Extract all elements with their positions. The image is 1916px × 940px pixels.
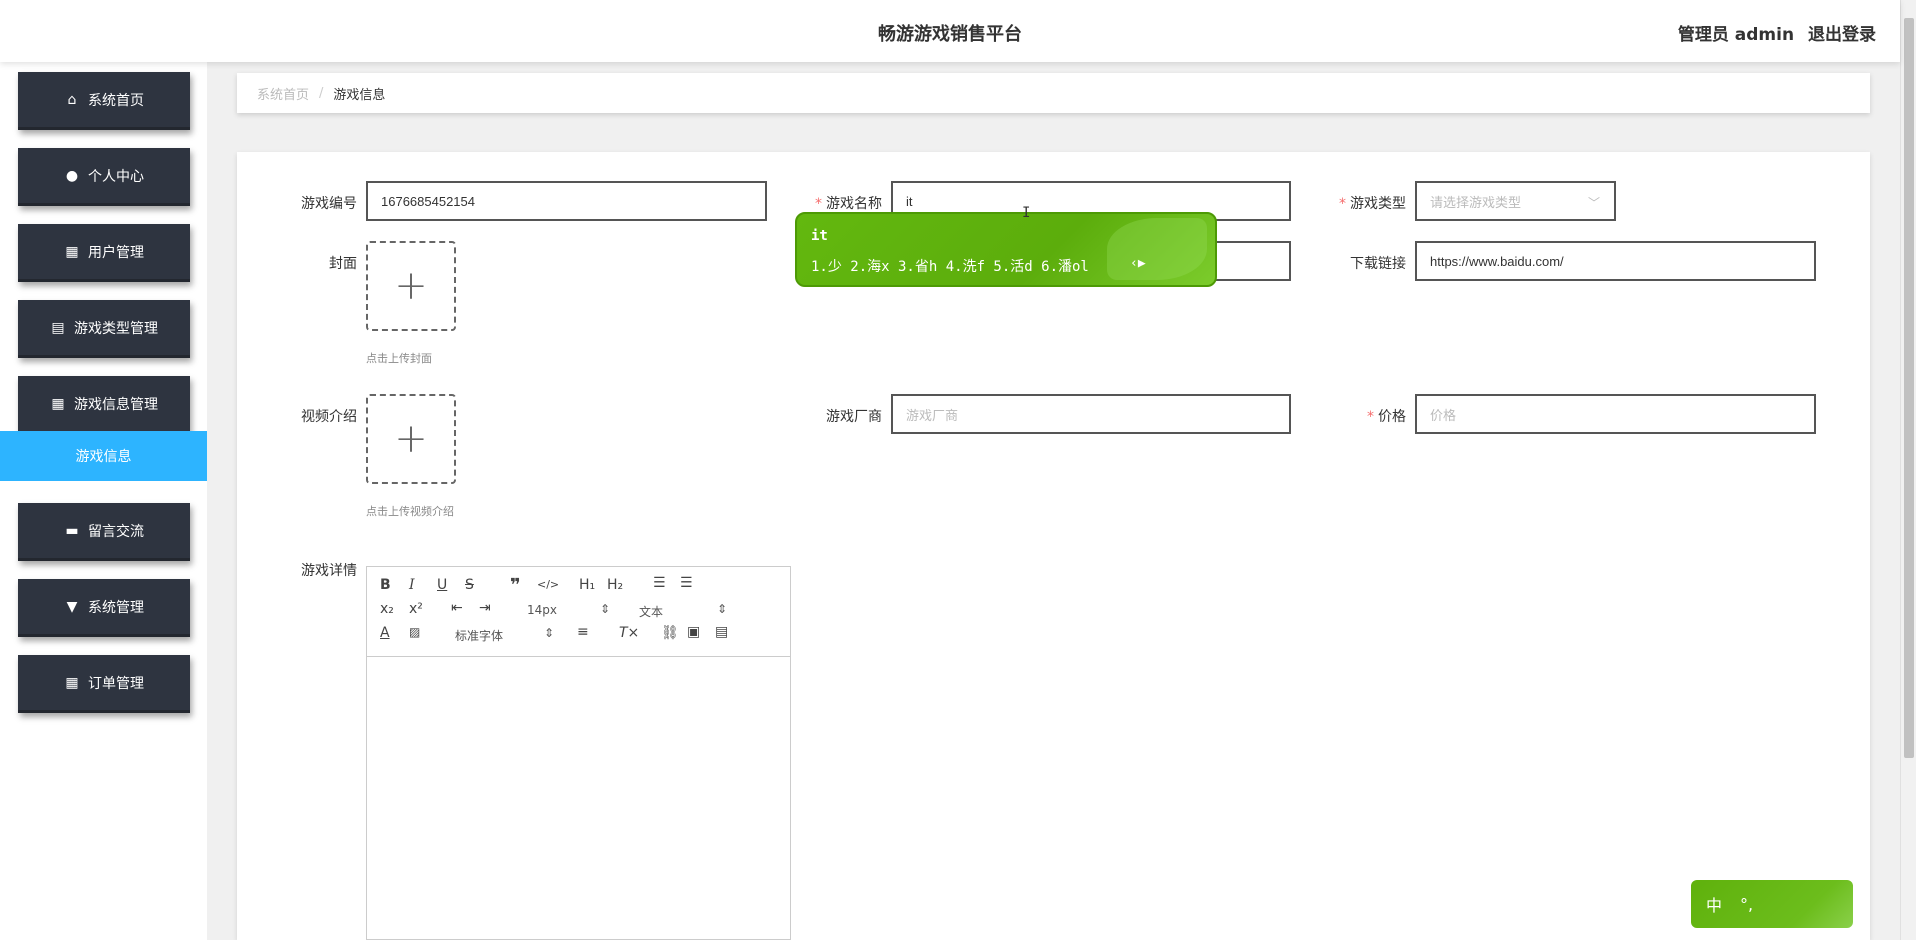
- text-cursor-icon: I: [1022, 205, 1031, 221]
- cover-label: 封面: [329, 256, 357, 272]
- home-icon: ⌂: [67, 91, 77, 108]
- cover-hint: 点击上传封面: [366, 352, 432, 365]
- font-color-icon[interactable]: A: [380, 625, 390, 641]
- text-style-select[interactable]: 文本: [639, 603, 663, 620]
- sidebar-subitem-game-info[interactable]: 游戏信息: [0, 431, 207, 481]
- sidebar-item-system[interactable]: ▼ 系统管理: [18, 579, 190, 637]
- vendor-input[interactable]: 游戏厂商: [891, 394, 1291, 434]
- link-icon[interactable]: ⛓: [661, 625, 679, 641]
- breadcrumb-home[interactable]: 系统首页: [257, 84, 309, 103]
- vertical-scrollbar[interactable]: [1900, 0, 1916, 940]
- ime-composition: it: [811, 228, 828, 244]
- font-family-select[interactable]: 标准字体: [455, 627, 503, 644]
- code-icon[interactable]: </>: [537, 578, 559, 591]
- plus-icon: +: [394, 263, 428, 309]
- sidebar-item-label: 系统管理: [88, 599, 144, 616]
- game-type-label: * 游戏类型: [1339, 196, 1406, 212]
- logout-link[interactable]: 退出登录: [1808, 25, 1876, 45]
- outdent-icon[interactable]: ⇤: [451, 600, 463, 616]
- strike-icon[interactable]: S: [465, 577, 474, 593]
- sidebar-item-label: 留言交流: [88, 523, 144, 540]
- video-uploader[interactable]: +: [366, 394, 456, 484]
- indent-icon[interactable]: ⇥: [479, 600, 491, 616]
- h2-icon[interactable]: H₂: [607, 577, 623, 593]
- chevron-updown-icon: ⇕: [717, 602, 728, 616]
- breadcrumb: 系统首页 / 游戏信息: [237, 73, 1870, 113]
- rich-text-editor: B I U S ❞ </> H₁ H₂ ☰ ☰ x₂ x² ⇤ ⇥ 14px ⇕…: [366, 566, 791, 940]
- sidebar-item-profile[interactable]: ● 个人中心: [18, 148, 190, 206]
- download-label: 下载链接: [1350, 256, 1406, 272]
- table-icon: ▦: [51, 395, 65, 412]
- settings-icon: ▼: [66, 598, 78, 615]
- sidebar: ⌂ 系统首页 ● 个人中心 ▦ 用户管理 ▤ 游戏类型管理 ▦ 游戏信息管理 游…: [0, 62, 207, 940]
- vendor-label: 游戏厂商: [826, 409, 882, 425]
- download-input[interactable]: https://www.baidu.com/: [1415, 241, 1816, 281]
- grid-icon: ▦: [65, 243, 79, 260]
- game-type-select[interactable]: 请选择游戏类型 ﹀: [1415, 181, 1616, 221]
- game-name-label: * 游戏名称: [815, 196, 882, 212]
- sidebar-item-label: 订单管理: [88, 675, 144, 692]
- sidebar-item-label: 游戏信息管理: [74, 396, 158, 413]
- chevron-updown-icon: ⇕: [600, 602, 611, 616]
- ime-mode[interactable]: 中: [1706, 892, 1722, 916]
- user-label: 管理员 admin: [1677, 25, 1795, 45]
- breadcrumb-separator: /: [319, 85, 324, 101]
- ime-status-bar[interactable]: 中 °,: [1691, 880, 1853, 928]
- sidebar-item-game-types[interactable]: ▤ 游戏类型管理: [18, 300, 190, 358]
- superscript-icon[interactable]: x²: [409, 601, 423, 617]
- ime-candidates[interactable]: 1.少 2.海x 3.省h 4.洗f 5.活d 6.潘ol: [811, 256, 1089, 276]
- sidebar-item-home[interactable]: ⌂ 系统首页: [18, 72, 190, 130]
- game-no-label: 游戏编号: [301, 196, 357, 212]
- italic-icon[interactable]: I: [409, 577, 415, 593]
- editor-toolbar: B I U S ❞ </> H₁ H₂ ☰ ☰ x₂ x² ⇤ ⇥ 14px ⇕…: [367, 567, 790, 657]
- sidebar-item-label: 系统首页: [88, 92, 144, 109]
- price-label: * 价格: [1367, 409, 1406, 425]
- font-size-select[interactable]: 14px: [527, 603, 557, 617]
- top-header: 畅游游戏销售平台 管理员 admin 退出登录: [0, 0, 1900, 62]
- chevron-updown-icon: ⇕: [544, 626, 555, 640]
- grid-icon: ▦: [65, 674, 79, 691]
- subscript-icon[interactable]: x₂: [380, 601, 394, 617]
- underline-icon[interactable]: U: [437, 577, 447, 593]
- video-label: 视频介绍: [301, 409, 357, 425]
- clear-format-icon[interactable]: T×: [619, 625, 639, 641]
- sidebar-item-label: 个人中心: [88, 168, 144, 185]
- cover-uploader[interactable]: +: [366, 241, 456, 331]
- video-icon[interactable]: ▤: [715, 624, 728, 640]
- sidebar-item-game-info[interactable]: ▦ 游戏信息管理: [18, 376, 190, 434]
- sidebar-item-label: 用户管理: [88, 244, 144, 261]
- bullet-list-icon[interactable]: ☰: [680, 575, 693, 591]
- game-no-input[interactable]: 1676685452154: [366, 181, 767, 221]
- video-hint: 点击上传视频介绍: [366, 505, 454, 518]
- clipboard-icon: ▤: [51, 319, 65, 336]
- sidebar-item-label: 游戏类型管理: [74, 320, 158, 337]
- breadcrumb-current: 游戏信息: [333, 87, 386, 103]
- next-page-icon[interactable]: ‹▶: [1130, 256, 1146, 271]
- leaf-decoration: [1107, 218, 1207, 280]
- sidebar-item-messages[interactable]: ▬ 留言交流: [18, 503, 190, 561]
- sidebar-item-orders[interactable]: ▦ 订单管理: [18, 655, 190, 713]
- user-icon: ●: [65, 167, 79, 184]
- app-title: 畅游游戏销售平台: [878, 24, 1022, 45]
- ime-punctuation[interactable]: °,: [1740, 895, 1753, 914]
- bold-icon[interactable]: B: [380, 577, 391, 593]
- sidebar-item-users[interactable]: ▦ 用户管理: [18, 224, 190, 282]
- background-color-icon[interactable]: ▨: [409, 625, 420, 639]
- detail-label: 游戏详情: [301, 563, 357, 579]
- image-icon[interactable]: ▣: [687, 624, 700, 640]
- h1-icon[interactable]: H₁: [579, 577, 595, 593]
- user-area: 管理员 admin 退出登录: [1670, 20, 1876, 45]
- chat-icon: ▬: [65, 522, 79, 539]
- quote-icon[interactable]: ❞: [510, 575, 521, 596]
- plus-icon: +: [394, 416, 428, 462]
- price-input[interactable]: 价格: [1415, 394, 1816, 434]
- ordered-list-icon[interactable]: ☰: [653, 575, 666, 591]
- chevron-down-icon: ﹀: [1587, 196, 1600, 210]
- ime-candidate-window: it 1.少 2.海x 3.省h 4.洗f 5.活d 6.潘ol ‹▶: [795, 212, 1217, 287]
- scrollbar-thumb[interactable]: [1904, 18, 1914, 758]
- align-icon[interactable]: ≡: [577, 624, 589, 640]
